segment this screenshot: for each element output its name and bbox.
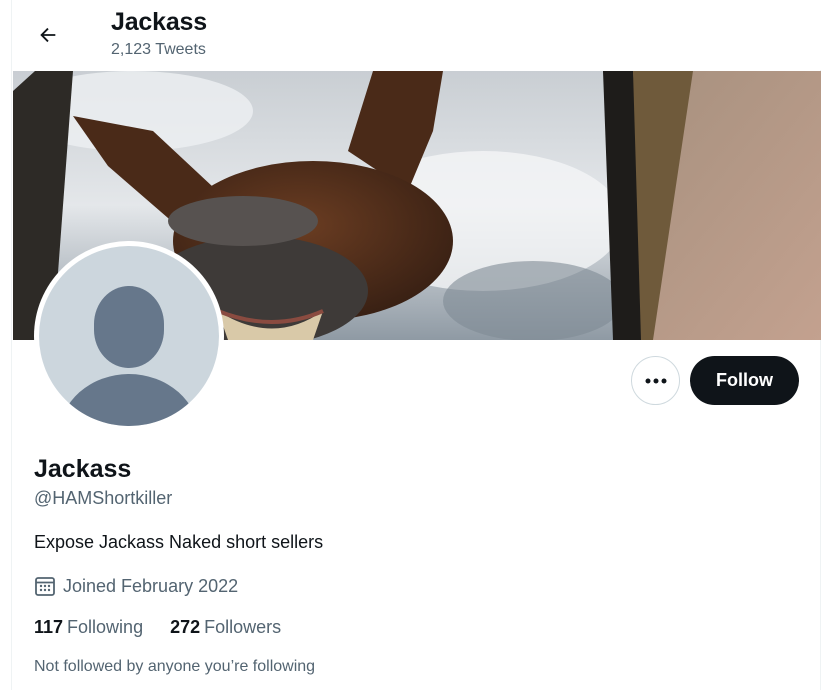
not-followed-notice: Not followed by anyone you’re following xyxy=(34,658,316,675)
followers-link[interactable]: 272 Followers xyxy=(170,617,281,638)
more-dots-icon xyxy=(645,378,666,383)
profile-bio: Expose Jackass Naked short sellers xyxy=(34,532,324,552)
follow-stats: 117 Following 272 Followers xyxy=(34,617,308,638)
joined-date: Joined February 2022 xyxy=(34,575,238,597)
following-label: Following xyxy=(67,617,144,637)
profile-page: Jackass 2,123 Tweets Follow Jackass @HAM… xyxy=(11,0,822,690)
followers-count: 272 xyxy=(170,617,201,637)
default-avatar-icon xyxy=(39,246,219,426)
calendar-icon xyxy=(34,575,56,597)
header-title: Jackass xyxy=(111,8,207,36)
back-button[interactable] xyxy=(30,17,66,53)
joined-text: Joined February 2022 xyxy=(63,575,239,596)
tweet-count: 2,123 Tweets xyxy=(111,41,206,58)
profile-header: Jackass 2,123 Tweets xyxy=(12,0,822,70)
profile-name: Jackass xyxy=(34,455,132,483)
followers-label: Followers xyxy=(204,617,282,637)
profile-handle: @HAMShortkiller xyxy=(34,488,173,508)
following-count: 117 xyxy=(34,617,64,637)
following-link[interactable]: 117 Following xyxy=(34,617,143,638)
arrow-left-icon xyxy=(40,27,56,43)
follow-button[interactable]: Follow xyxy=(690,356,799,405)
more-options-button[interactable] xyxy=(631,356,680,405)
profile-avatar[interactable] xyxy=(34,241,224,431)
